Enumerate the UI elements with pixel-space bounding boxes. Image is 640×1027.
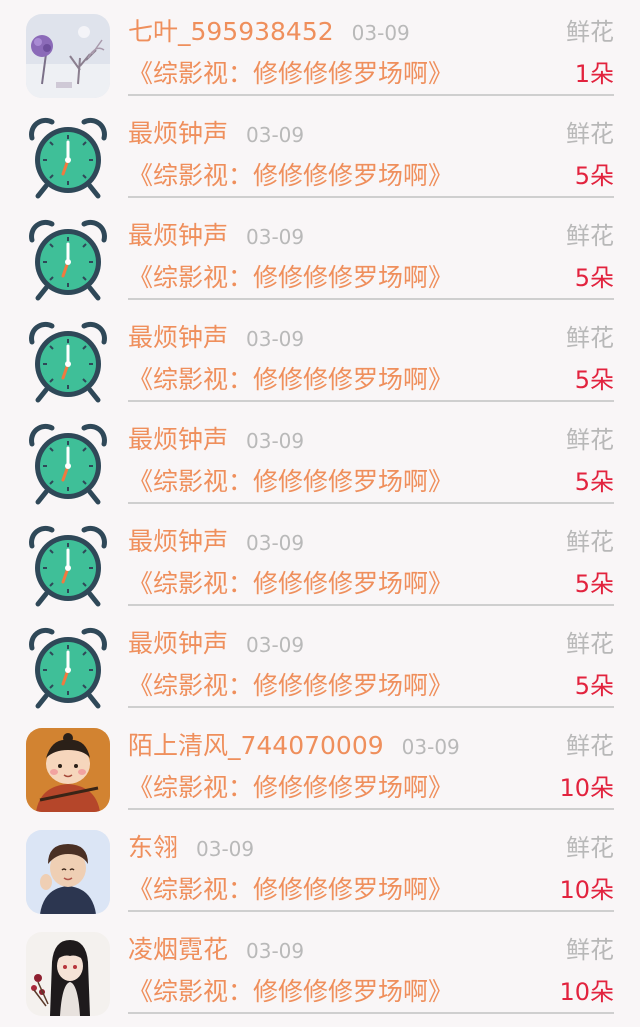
child-photo-avatar[interactable]: [26, 830, 110, 914]
alarm-clock-icon[interactable]: [26, 626, 110, 710]
work-title[interactable]: 《综影视：修修修修罗场啊》: [128, 874, 453, 906]
list-item-info: 凌烟霓花 03-09 鲜花 《综影视：修修修修罗场啊》 10朵: [128, 918, 614, 1014]
user-name[interactable]: 东翎 03-09: [128, 832, 254, 865]
gift-type: 鲜花: [566, 936, 614, 964]
gift-date: 03-09: [246, 633, 305, 657]
gift-type: 鲜花: [566, 528, 614, 556]
alarm-clock-icon[interactable]: [26, 422, 110, 506]
work-title[interactable]: 《综影视：修修修修罗场啊》: [128, 772, 453, 804]
gift-count: 5朵: [574, 162, 614, 190]
gift-count: 5朵: [574, 264, 614, 292]
gift-date: 03-09: [246, 123, 305, 147]
user-name[interactable]: 最烦钟声 03-09: [128, 118, 304, 151]
user-name[interactable]: 陌上清风_744070009 03-09: [128, 730, 460, 763]
work-title[interactable]: 《综影视：修修修修罗场啊》: [128, 670, 453, 702]
user-name[interactable]: 最烦钟声 03-09: [128, 220, 304, 253]
list-item-info: 东翎 03-09 鲜花 《综影视：修修修修罗场啊》 10朵: [128, 816, 614, 912]
gift-type: 鲜花: [566, 222, 614, 250]
gift-date: 03-09: [246, 225, 305, 249]
gift-count: 5朵: [574, 468, 614, 496]
divider: [128, 298, 614, 300]
divider: [128, 706, 614, 708]
gift-type: 鲜花: [566, 18, 614, 46]
gift-type: 鲜花: [566, 630, 614, 658]
gift-type: 鲜花: [566, 732, 614, 760]
list-item-info: 最烦钟声 03-09 鲜花 《综影视：修修修修罗场啊》 5朵: [128, 510, 614, 606]
list-item[interactable]: 最烦钟声 03-09 鲜花 《综影视：修修修修罗场啊》 5朵: [0, 204, 640, 306]
list-item-info: 最烦钟声 03-09 鲜花 《综影视：修修修修罗场啊》 5朵: [128, 102, 614, 198]
gift-count: 1朵: [574, 60, 614, 88]
divider: [128, 604, 614, 606]
gift-count: 5朵: [574, 570, 614, 598]
flower-tree-avatar[interactable]: [26, 14, 110, 98]
list-item[interactable]: 最烦钟声 03-09 鲜花 《综影视：修修修修罗场啊》 5朵: [0, 510, 640, 612]
user-name[interactable]: 最烦钟声 03-09: [128, 322, 304, 355]
work-title[interactable]: 《综影视：修修修修罗场啊》: [128, 976, 453, 1008]
gift-type: 鲜花: [566, 324, 614, 352]
work-title[interactable]: 《综影视：修修修修罗场啊》: [128, 466, 453, 498]
cartoon-boy-avatar[interactable]: [26, 728, 110, 812]
list-item[interactable]: 陌上清风_744070009 03-09 鲜花 《综影视：修修修修罗场啊》 10朵: [0, 714, 640, 816]
divider: [128, 94, 614, 96]
gift-date: 03-09: [351, 21, 410, 45]
list-item[interactable]: 最烦钟声 03-09 鲜花 《综影视：修修修修罗场啊》 5朵: [0, 306, 640, 408]
alarm-clock-icon[interactable]: [26, 524, 110, 608]
gift-count: 10朵: [559, 876, 614, 904]
user-name[interactable]: 七叶_595938452 03-09: [128, 16, 410, 49]
alarm-clock-icon[interactable]: [26, 116, 110, 200]
anime-girl-avatar[interactable]: [26, 932, 110, 1016]
gift-count: 10朵: [559, 978, 614, 1006]
divider: [128, 502, 614, 504]
gift-record-list: 七叶_595938452 03-09 鲜花 《综影视：修修修修罗场啊》 1朵 最…: [0, 0, 640, 1027]
gift-type: 鲜花: [566, 834, 614, 862]
list-item-info: 陌上清风_744070009 03-09 鲜花 《综影视：修修修修罗场啊》 10朵: [128, 714, 614, 810]
user-name[interactable]: 最烦钟声 03-09: [128, 628, 304, 661]
work-title[interactable]: 《综影视：修修修修罗场啊》: [128, 58, 453, 90]
gift-date: 03-09: [196, 837, 255, 861]
list-item[interactable]: 最烦钟声 03-09 鲜花 《综影视：修修修修罗场啊》 5朵: [0, 612, 640, 714]
user-name[interactable]: 最烦钟声 03-09: [128, 526, 304, 559]
list-item-info: 最烦钟声 03-09 鲜花 《综影视：修修修修罗场啊》 5朵: [128, 306, 614, 402]
gift-date: 03-09: [246, 531, 305, 555]
work-title[interactable]: 《综影视：修修修修罗场啊》: [128, 364, 453, 396]
gift-date: 03-09: [246, 429, 305, 453]
list-item-info: 七叶_595938452 03-09 鲜花 《综影视：修修修修罗场啊》 1朵: [128, 0, 614, 96]
gift-date: 03-09: [246, 939, 305, 963]
list-item[interactable]: 最烦钟声 03-09 鲜花 《综影视：修修修修罗场啊》 5朵: [0, 408, 640, 510]
alarm-clock-icon[interactable]: [26, 218, 110, 302]
divider: [128, 400, 614, 402]
gift-type: 鲜花: [566, 120, 614, 148]
divider: [128, 196, 614, 198]
divider: [128, 1012, 614, 1014]
gift-date: 03-09: [246, 327, 305, 351]
gift-count: 5朵: [574, 672, 614, 700]
list-item[interactable]: 凌烟霓花 03-09 鲜花 《综影视：修修修修罗场啊》 10朵: [0, 918, 640, 1020]
list-item-info: 最烦钟声 03-09 鲜花 《综影视：修修修修罗场啊》 5朵: [128, 204, 614, 300]
list-item-info: 最烦钟声 03-09 鲜花 《综影视：修修修修罗场啊》 5朵: [128, 408, 614, 504]
list-item-info: 最烦钟声 03-09 鲜花 《综影视：修修修修罗场啊》 5朵: [128, 612, 614, 708]
work-title[interactable]: 《综影视：修修修修罗场啊》: [128, 568, 453, 600]
work-title[interactable]: 《综影视：修修修修罗场啊》: [128, 262, 453, 294]
list-item[interactable]: 七叶_595938452 03-09 鲜花 《综影视：修修修修罗场啊》 1朵: [0, 0, 640, 102]
divider: [128, 910, 614, 912]
divider: [128, 808, 614, 810]
user-name[interactable]: 最烦钟声 03-09: [128, 424, 304, 457]
alarm-clock-icon[interactable]: [26, 320, 110, 404]
work-title[interactable]: 《综影视：修修修修罗场啊》: [128, 160, 453, 192]
list-item[interactable]: 最烦钟声 03-09 鲜花 《综影视：修修修修罗场啊》 5朵: [0, 102, 640, 204]
user-name[interactable]: 凌烟霓花 03-09: [128, 934, 304, 967]
gift-date: 03-09: [401, 735, 460, 759]
gift-count: 10朵: [559, 774, 614, 802]
gift-count: 5朵: [574, 366, 614, 394]
list-item[interactable]: 东翎 03-09 鲜花 《综影视：修修修修罗场啊》 10朵: [0, 816, 640, 918]
gift-type: 鲜花: [566, 426, 614, 454]
